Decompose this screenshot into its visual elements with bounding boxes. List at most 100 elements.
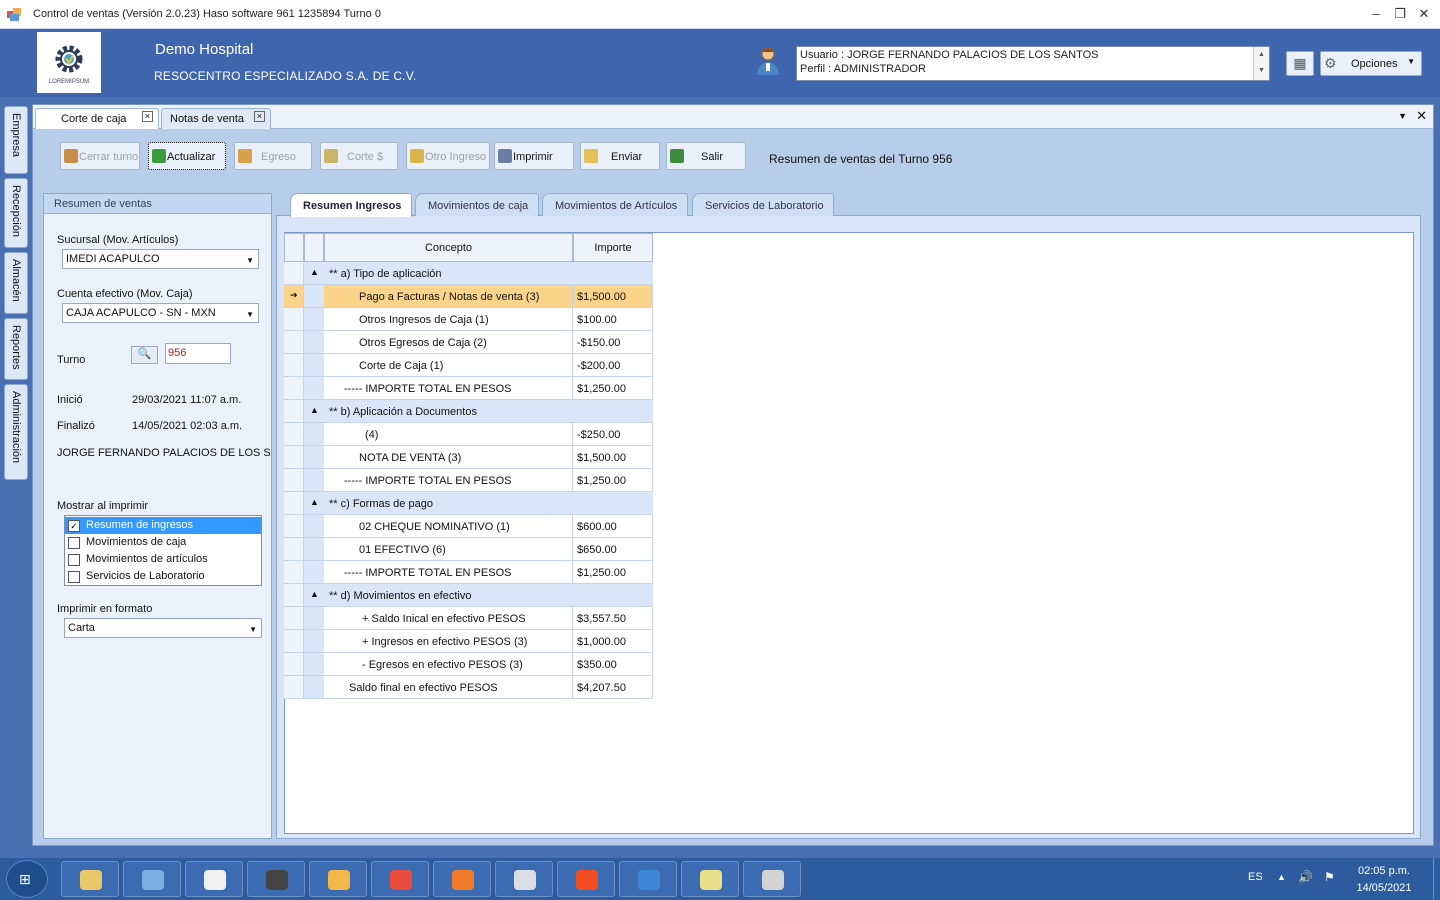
concepto-cell[interactable]: ----- IMPORTE TOTAL EN PESOS [324,377,573,400]
importe-cell[interactable]: $1,500.00 [573,285,653,308]
row-indicator[interactable] [284,584,304,607]
group-row[interactable]: ▲ ** a) Tipo de aplicación [284,262,653,285]
concepto-cell[interactable]: 02 CHEQUE NOMINATIVO (1) [324,515,573,538]
action-center-icon[interactable]: ⚑ [1324,870,1335,884]
row-indicator[interactable] [284,561,304,584]
side-tab-empresa[interactable]: Empresa [4,106,28,174]
checkbox[interactable] [68,571,80,583]
print-option-mov-articulos[interactable]: Movimientos de artículos [65,551,261,568]
row-indicator[interactable] [284,653,304,676]
group-collapse-button[interactable]: ▲ [304,262,324,285]
apps-grid-button[interactable]: ▦ [1286,51,1314,76]
importe-cell[interactable]: -$200.00 [573,354,653,377]
table-row[interactable]: Otros Egresos de Caja (2) -$150.00 [284,331,653,354]
group-row[interactable]: ▲ ** b) Aplicación a Documentos [284,400,653,423]
checkbox[interactable] [68,554,80,566]
show-desktop-button[interactable] [1433,858,1440,900]
print-option-laboratorio[interactable]: Servicios de Laboratorio [65,568,261,585]
language-indicator[interactable]: ES [1248,871,1263,883]
concepto-cell[interactable]: + Saldo Inical en efectivo PESOS [324,607,573,630]
importe-cell[interactable]: $600.00 [573,515,653,538]
table-row[interactable]: Saldo final en efectivo PESOS $4,207.50 [284,676,653,699]
tray-expand-icon[interactable]: ▲ [1277,872,1286,882]
side-tab-administracion[interactable]: Administración [4,384,28,480]
speaker-icon[interactable]: 🔊 [1298,870,1313,884]
concepto-cell[interactable]: Otros Egresos de Caja (2) [324,331,573,354]
importe-cell[interactable]: $650.00 [573,538,653,561]
start-button[interactable]: ⊞ [6,860,48,898]
close-window-button[interactable]: ✕ [1414,6,1434,22]
close-tab-icon[interactable]: × [254,111,265,122]
tab-servicios-laboratorio[interactable]: Servicios de Laboratorio [692,193,834,216]
side-tab-reportes[interactable]: Reportes [4,318,28,380]
checkbox[interactable] [68,537,80,549]
print-option-resumen[interactable]: ✓ Resumen de ingresos [65,517,261,534]
minimize-button[interactable]: ‒ [1366,6,1386,21]
print-option-mov-caja[interactable]: Movimientos de caja [65,534,261,551]
importe-cell[interactable]: $1,250.00 [573,377,653,400]
importe-cell[interactable]: $3,557.50 [573,607,653,630]
taskbar-app-button[interactable] [433,861,491,897]
concepto-cell[interactable]: Corte de Caja (1) [324,354,573,377]
row-indicator[interactable] [284,538,304,561]
table-row[interactable]: (4) -$250.00 [284,423,653,446]
concepto-cell[interactable]: (4) [324,423,573,446]
taskbar-app-button[interactable] [681,861,739,897]
table-row[interactable]: + Ingresos en efectivo PESOS (3) $1,000.0… [284,630,653,653]
actualizar-button[interactable]: Actualizar [148,142,226,170]
checkbox-checked[interactable]: ✓ [68,520,80,532]
column-header-importe[interactable]: Importe [573,233,653,262]
table-row[interactable]: ----- IMPORTE TOTAL EN PESOS $1,250.00 [284,469,653,492]
group-collapse-button[interactable]: ▲ [304,492,324,515]
close-document-icon[interactable]: ✕ [1416,108,1427,124]
row-indicator[interactable] [284,630,304,653]
importe-cell[interactable]: $1,250.00 [573,561,653,584]
row-indicator[interactable] [284,331,304,354]
importe-cell[interactable]: $1,250.00 [573,469,653,492]
tab-list-dropdown-icon[interactable]: ▼ [1398,111,1407,121]
importe-cell[interactable]: $350.00 [573,653,653,676]
row-indicator[interactable] [284,446,304,469]
egreso-button[interactable]: Egreso [234,142,312,170]
taskbar-app-button[interactable] [61,861,119,897]
concepto-cell[interactable]: NOTA DE VENTA (3) [324,446,573,469]
tab-movimientos-caja[interactable]: Movimientos de caja [415,193,539,216]
concepto-cell[interactable]: ----- IMPORTE TOTAL EN PESOS [324,469,573,492]
table-row[interactable]: + Saldo Inical en efectivo PESOS $3,557.5… [284,607,653,630]
tab-resumen-ingresos[interactable]: Resumen Ingresos [290,193,412,217]
row-indicator[interactable] [284,492,304,515]
column-header-concepto[interactable]: Concepto [324,233,573,262]
taskbar-app-button[interactable] [371,861,429,897]
side-tab-almacen[interactable]: Almacén [4,252,28,314]
group-row[interactable]: ▲ ** c) Formas de pago [284,492,653,515]
table-row[interactable]: Corte de Caja (1) -$200.00 [284,354,653,377]
cerrar-turno-button[interactable]: Cerrar turno [60,142,140,170]
importe-cell[interactable]: $100.00 [573,308,653,331]
search-turno-button[interactable]: 🔍 [131,346,158,364]
row-indicator[interactable] [284,377,304,400]
row-indicator[interactable] [284,308,304,331]
user-box-scrollbar[interactable]: ▲ ▼ [1253,47,1269,80]
tab-movimientos-articulos[interactable]: Movimientos de Artículos [542,193,688,216]
concepto-cell[interactable]: ** a) Tipo de aplicación [324,262,653,285]
taskbar-app-button[interactable] [309,861,367,897]
clock-time[interactable]: 02:05 p.m. [1344,865,1424,877]
taskbar-app-button[interactable] [123,861,181,897]
concepto-cell[interactable]: + Ingresos en efectivo PESOS (3) [324,630,573,653]
importe-cell[interactable]: -$250.00 [573,423,653,446]
row-indicator[interactable] [284,423,304,446]
taskbar-app-button[interactable] [619,861,677,897]
importe-cell[interactable]: $1,000.00 [573,630,653,653]
maximize-button[interactable]: ❐ [1390,6,1410,22]
clock-date[interactable]: 14/05/2021 [1344,882,1424,894]
enviar-button[interactable]: Enviar [580,142,660,170]
taskbar-app-button[interactable] [557,861,615,897]
concepto-cell[interactable]: Saldo final en efectivo PESOS [324,676,573,699]
row-indicator[interactable] [284,676,304,699]
table-row[interactable]: ➔ Pago a Facturas / Notas de venta (3) $1,… [284,285,653,308]
otro-ingreso-button[interactable]: Otro Ingreso [406,142,490,170]
taskbar-app-button[interactable] [247,861,305,897]
table-row[interactable]: NOTA DE VENTA (3) $1,500.00 [284,446,653,469]
concepto-cell[interactable]: - Egresos en efectivo PESOS (3) [324,653,573,676]
imprimir-button[interactable]: Imprimir [494,142,574,170]
